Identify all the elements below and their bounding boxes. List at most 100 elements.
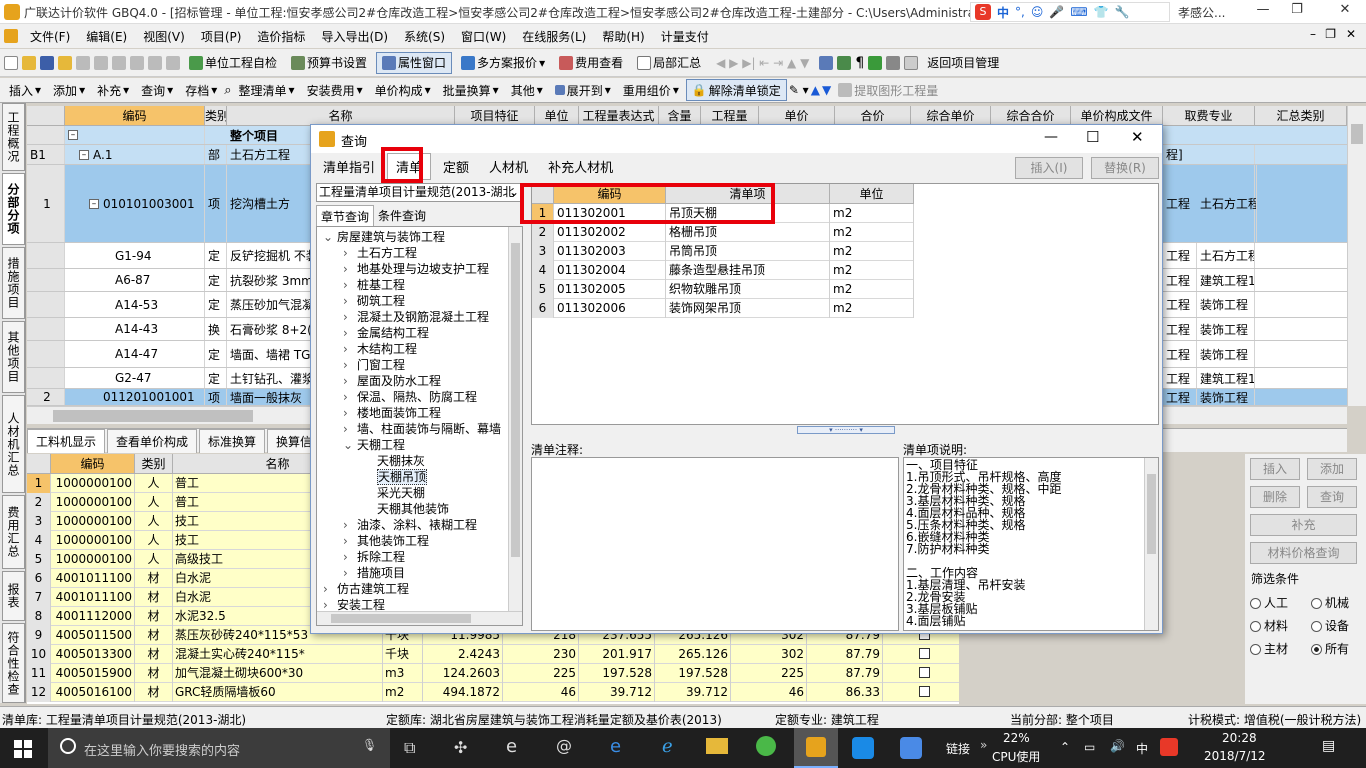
taskbar-search[interactable]: 在这里输入你要搜索的内容 🎙 [48, 728, 390, 768]
query-button[interactable]: 查询 ▾ [136, 79, 178, 101]
fee-view-button[interactable]: 费用查看 [554, 52, 628, 74]
fan-app-icon[interactable]: ✣ [454, 738, 467, 757]
unlock-list-button[interactable]: 🔒 解除清单锁定 [685, 79, 787, 101]
sub-col-type[interactable]: 类别 [135, 454, 173, 474]
list-item[interactable]: 2 011302002 格栅吊顶 m2 [532, 223, 914, 242]
tab-standard-convert[interactable]: 标准换算 [199, 428, 266, 453]
edge-icon[interactable]: e [610, 736, 621, 757]
ime-toolbar[interactable]: S 中 °, ☺ 🎤 ⌨ 👕 🔧 [970, 2, 1170, 22]
cube-icon[interactable] [868, 55, 883, 70]
browser-360-icon[interactable] [756, 736, 776, 756]
tree-node[interactable]: › 金属结构工程 [343, 325, 429, 341]
task-view-icon[interactable]: ⧉ [404, 738, 415, 758]
tab-quota[interactable]: 定额 [435, 154, 477, 179]
chevron-icon[interactable]: » [980, 738, 987, 752]
tree-node[interactable]: 天棚其他装饰 [363, 501, 449, 517]
list-icon[interactable] [904, 55, 919, 70]
tree-node[interactable]: › 砌筑工程 [343, 293, 405, 309]
desc-scroll-thumb[interactable] [1147, 474, 1156, 554]
tab-labor-material-machine[interactable]: 人材机 [481, 154, 536, 179]
sub-col-code[interactable]: 编码 [51, 454, 135, 474]
link-toolbar[interactable]: 链接 [946, 740, 970, 757]
row-checkbox[interactable] [919, 648, 930, 659]
archive-button[interactable]: 存档 ▾ [180, 79, 222, 101]
chevron-right-icon[interactable]: › [343, 517, 357, 533]
clock-time[interactable]: 20:28 [1222, 731, 1257, 745]
gbq-task-button[interactable] [794, 728, 838, 768]
chevron-right-icon[interactable]: › [343, 405, 357, 421]
tree-hscrollbar[interactable] [317, 611, 522, 625]
chevron-right-icon[interactable]: › [343, 421, 357, 437]
scroll-thumb[interactable] [1351, 124, 1363, 144]
tray-arrow-icon[interactable]: ⌃ [1060, 740, 1070, 754]
restore-button[interactable]: ❐ [1282, 2, 1312, 22]
minimize-button[interactable]: — [1248, 2, 1278, 22]
tree-node[interactable]: › 土石方工程 [343, 245, 417, 261]
cut-icon[interactable] [76, 55, 90, 70]
insert-button[interactable]: 插入 ▾ [4, 79, 46, 101]
chevron-right-icon[interactable]: › [343, 293, 357, 309]
rp-insert-button[interactable]: 插入 [1250, 458, 1300, 480]
rp-add-button[interactable]: 添加 [1307, 458, 1357, 480]
table-icon[interactable] [837, 55, 852, 70]
col-name[interactable]: 名称 [227, 106, 455, 126]
close-button[interactable]: ✕ [1330, 2, 1360, 22]
tab-fee-summary[interactable]: 费用汇总 [2, 495, 25, 569]
col-price[interactable]: 单价 [759, 106, 835, 126]
tab-project-overview[interactable]: 工程概况 [2, 103, 25, 171]
dialog-insert-button[interactable]: 插入(I) [1015, 157, 1083, 179]
add-button[interactable]: 添加 ▾ [48, 79, 90, 101]
mdi-minimize-button[interactable]: – [1310, 27, 1316, 41]
dialog-minimize-button[interactable]: — [1044, 129, 1058, 145]
tab-list[interactable]: 清单 [387, 152, 432, 180]
tab-compliance[interactable]: 符合性检查 [2, 623, 25, 703]
emoji-icon[interactable]: ☺ [1031, 5, 1044, 19]
tab-supplement-lmm[interactable]: 补充人材机 [540, 154, 621, 179]
volume-icon[interactable]: 🔊 [1110, 739, 1125, 753]
tree-scrollbar[interactable] [508, 227, 522, 611]
col-unit-price[interactable]: 综合单价 [911, 106, 991, 126]
menu-payment[interactable]: 计量支付 [653, 28, 717, 45]
chevron-right-icon[interactable]: › [343, 309, 357, 325]
folder-icon[interactable] [58, 55, 72, 70]
menu-project[interactable]: 项目(P) [193, 28, 250, 45]
partial-summary-button[interactable]: 局部汇总 [632, 52, 706, 74]
tab-price-composition[interactable]: 查看单价构成 [107, 428, 198, 453]
list-item[interactable]: 11 4005015900 材加气混凝土砌块600*30 m3 124.2603 225 1… [27, 664, 959, 683]
open-folder-icon[interactable] [22, 55, 36, 70]
clock-date[interactable]: 2018/7/12 [1204, 749, 1266, 763]
rp-query-button[interactable]: 查询 [1307, 486, 1357, 508]
menu-window[interactable]: 窗口(W) [453, 28, 514, 45]
list-item[interactable]: 3 011302003 吊筒吊顶 m2 [532, 242, 914, 261]
splitter-handle[interactable]: ▾ ·········· ▾ [797, 426, 895, 434]
microphone-icon[interactable]: 🎙 [362, 738, 377, 752]
tree-node[interactable]: 天棚吊顶 [363, 469, 428, 485]
chevron-right-icon[interactable]: › [343, 357, 357, 373]
list-item[interactable]: 4 011302004 藤条造型悬挂吊顶 m2 [532, 261, 914, 280]
chevron-down-icon[interactable]: ⌄ [343, 437, 357, 453]
tree-node[interactable]: › 木结构工程 [343, 341, 417, 357]
chevron-right-icon[interactable]: › [343, 389, 357, 405]
file-explorer-icon[interactable] [706, 738, 728, 754]
radio-machine[interactable]: 机械 [1311, 594, 1349, 611]
save-icon[interactable] [40, 55, 54, 70]
row-checkbox[interactable] [919, 667, 930, 678]
redo-icon[interactable] [166, 55, 180, 70]
chevron-right-icon[interactable]: › [323, 581, 337, 597]
chevron-right-icon[interactable]: › [343, 533, 357, 549]
list-col-code[interactable]: 编码 [554, 184, 666, 204]
install-fee-button[interactable]: 安装费用 ▾ [302, 79, 368, 101]
col-unit[interactable]: 单位 [535, 106, 579, 126]
tree-node[interactable]: ⌄ 房屋建筑与装饰工程 [323, 229, 445, 245]
print-icon[interactable] [886, 55, 901, 70]
list-col-unit[interactable]: 单位 [830, 184, 914, 204]
tree-node[interactable]: › 油漆、涂料、裱糊工程 [343, 517, 477, 533]
tools-icon[interactable]: 🔧 [1115, 5, 1130, 19]
tree-node[interactable]: › 门窗工程 [343, 357, 405, 373]
chevron-right-icon[interactable]: › [343, 245, 357, 261]
unit-price-button[interactable]: 单价构成 ▾ [370, 79, 436, 101]
col-code[interactable]: 编码 [65, 106, 205, 126]
photos-app-icon[interactable] [900, 737, 922, 759]
collapse-icon[interactable]: – [79, 149, 89, 160]
ie-icon[interactable]: ℯ [662, 736, 673, 757]
